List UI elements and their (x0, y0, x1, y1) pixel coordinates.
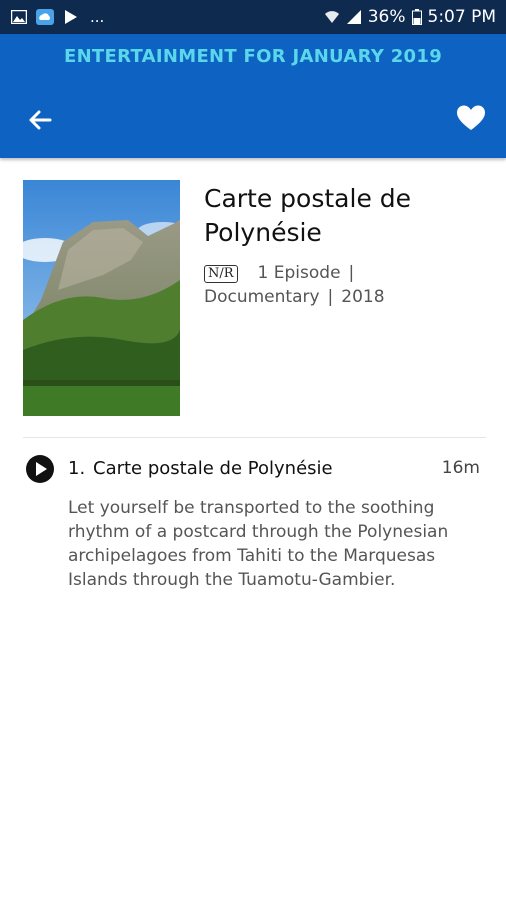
episode-description: Let yourself be transported to the sooth… (68, 498, 449, 590)
back-button[interactable] (24, 104, 56, 136)
episode-number: 1. (68, 458, 86, 479)
clock: 5:07 PM (427, 7, 497, 27)
meta-separator: | (327, 287, 334, 307)
wifi-icon (324, 9, 340, 25)
divider (23, 437, 486, 438)
show-title: Carte postale de Polynésie (204, 184, 412, 247)
play-store-icon (62, 8, 80, 26)
battery-level: 36% (367, 7, 406, 27)
app-header: ENTERTAINMENT FOR JANUARY 2019 (0, 34, 506, 158)
genre: Documentary (204, 287, 320, 307)
favorite-button[interactable] (456, 104, 488, 136)
episode-row: 1. Carte postale de Polynésie 16m (26, 455, 486, 483)
status-notifications: ... (10, 8, 104, 26)
arrow-left-icon (29, 110, 52, 130)
episode-count: 1 Episode (257, 263, 341, 283)
play-button[interactable] (26, 455, 54, 483)
signal-icon (346, 9, 362, 25)
more-notifications: ... (90, 7, 105, 26)
poster-image (23, 180, 180, 416)
show-poster (23, 180, 180, 416)
heart-icon (457, 105, 485, 130)
rating-badge: N/R (204, 265, 238, 283)
status-system: 36% 5:07 PM (324, 7, 496, 27)
year: 2018 (341, 287, 385, 307)
episode-duration: 16m (441, 458, 480, 478)
meta-separator: | (348, 263, 355, 283)
show-meta: N/R 1 Episode | Documentary | 2018 (204, 261, 494, 309)
status-bar: ... 36% 5:07 PM (0, 0, 506, 34)
episode-title[interactable]: Carte postale de Polynésie (93, 458, 333, 479)
play-icon (36, 462, 47, 476)
header-title: ENTERTAINMENT FOR JANUARY 2019 (63, 46, 443, 67)
gallery-icon (10, 8, 28, 26)
weather-icon (36, 8, 54, 26)
battery-icon (411, 9, 422, 25)
